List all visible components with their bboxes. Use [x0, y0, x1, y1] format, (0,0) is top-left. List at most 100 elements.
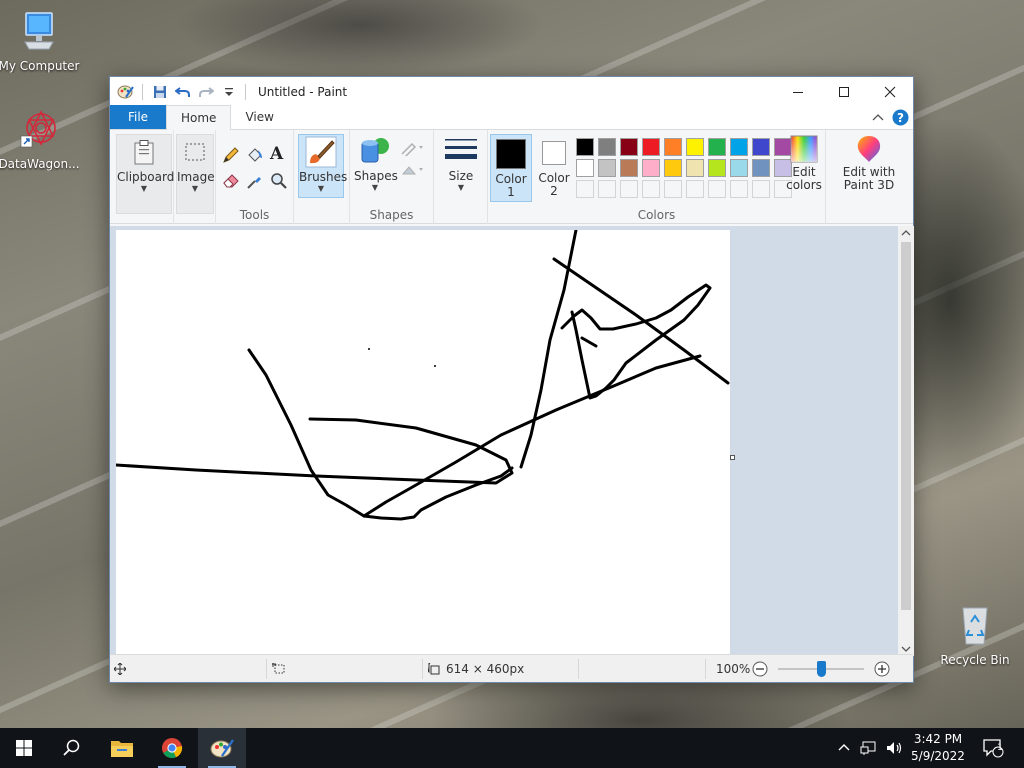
tools-group: A Tools: [216, 130, 294, 224]
zoom-out-button[interactable]: [752, 655, 768, 683]
paint3d-label-1: Edit with: [842, 165, 896, 179]
palette-swatch[interactable]: [686, 138, 704, 156]
palette-swatch[interactable]: [576, 138, 594, 156]
zoom-thumb[interactable]: [817, 661, 826, 677]
palette-swatch-empty[interactable]: [730, 180, 748, 198]
drawing-canvas[interactable]: [114, 228, 730, 656]
color1-swatch: [494, 137, 528, 171]
undo-icon[interactable]: [174, 83, 191, 100]
colors-group: Color 1 Color 2 Edit colors Colors: [488, 130, 826, 224]
ribbon-tabs: File Home View ?: [110, 105, 913, 130]
desktop-icon-my-computer[interactable]: My Computer: [0, 10, 82, 73]
paint-window: Untitled - Paint File Home View ? Clipbo…: [109, 76, 914, 683]
palette-swatch[interactable]: [730, 159, 748, 177]
palette-swatch-empty[interactable]: [752, 180, 770, 198]
save-icon[interactable]: [151, 83, 168, 100]
palette-swatch[interactable]: [752, 138, 770, 156]
color2-button[interactable]: Color 2: [534, 134, 574, 202]
volume-icon[interactable]: [886, 741, 904, 755]
tab-home[interactable]: Home: [166, 105, 232, 130]
action-center-button[interactable]: 1: [980, 728, 1006, 768]
color1-button[interactable]: Color 1: [490, 134, 532, 202]
title-bar: Untitled - Paint: [110, 77, 913, 106]
canvas-workspace: [110, 226, 898, 656]
palette-swatch[interactable]: [730, 138, 748, 156]
palette-swatch[interactable]: [620, 159, 638, 177]
palette-swatch[interactable]: [686, 159, 704, 177]
resize-handle-right[interactable]: [730, 455, 735, 460]
palette-swatch-empty[interactable]: [620, 180, 638, 198]
palette-swatch[interactable]: [664, 159, 682, 177]
brush-stroke: [519, 228, 578, 469]
zoom-level: 100%: [716, 662, 751, 676]
collapse-ribbon-icon[interactable]: [872, 113, 884, 123]
tab-view[interactable]: View: [231, 105, 287, 129]
fill-shape-icon[interactable]: [400, 162, 426, 181]
eraser-icon[interactable]: [222, 172, 240, 191]
palette-swatch[interactable]: [642, 138, 660, 156]
taskbar-clock[interactable]: 3:42 PM 5/9/2022: [905, 731, 971, 765]
file-explorer-button[interactable]: [98, 728, 146, 768]
minimize-button[interactable]: [775, 77, 821, 106]
palette-swatch[interactable]: [598, 138, 616, 156]
notification-count: 1: [997, 743, 1003, 753]
network-icon[interactable]: [860, 741, 876, 755]
palette-swatch-empty[interactable]: [686, 180, 704, 198]
palette-swatch[interactable]: [642, 159, 660, 177]
color-picker-icon[interactable]: [246, 172, 264, 193]
palette-swatch[interactable]: [598, 159, 616, 177]
magnifier-icon[interactable]: [270, 172, 288, 193]
tab-file[interactable]: File: [110, 105, 166, 129]
redo-icon[interactable]: [197, 83, 214, 100]
palette-swatch-empty[interactable]: [664, 180, 682, 198]
start-button[interactable]: [0, 728, 48, 768]
canvas-size-text: 614 × 460px: [446, 662, 525, 676]
palette-swatch[interactable]: [752, 159, 770, 177]
zoom-slider[interactable]: [778, 655, 864, 683]
palette-swatch[interactable]: [708, 138, 726, 156]
palette-swatch-empty[interactable]: [642, 180, 660, 198]
color2-swatch: [537, 136, 571, 170]
size-button[interactable]: Size ▼: [438, 134, 484, 198]
clipboard-button[interactable]: Clipboard ▼: [116, 134, 174, 214]
size-group: Size ▼: [434, 130, 488, 224]
desktop-icon-recycle-bin[interactable]: Recycle Bin: [932, 602, 1018, 667]
dropdown-arrow-icon: ▼: [457, 183, 465, 192]
shapes-button[interactable]: Shapes ▼: [354, 134, 398, 198]
paint-taskbar-button[interactable]: [198, 728, 246, 768]
chevron-up-icon[interactable]: [838, 743, 850, 753]
palette-swatch[interactable]: [576, 159, 594, 177]
edit-with-paint3d-button[interactable]: Edit with Paint 3D: [836, 134, 902, 198]
image-button[interactable]: Image ▼: [176, 134, 215, 214]
system-tray: [838, 728, 904, 768]
close-button[interactable]: [867, 77, 913, 106]
fill-icon[interactable]: [246, 146, 264, 167]
tools-label: Tools: [239, 208, 270, 222]
maximize-icon: [839, 86, 849, 97]
vertical-scrollbar[interactable]: [898, 226, 914, 656]
palette-swatch-empty[interactable]: [708, 180, 726, 198]
pencil-icon[interactable]: [222, 146, 240, 167]
zoom-in-button[interactable]: [874, 655, 890, 683]
palette-swatch-empty[interactable]: [598, 180, 616, 198]
edit-colors-button[interactable]: Edit colors: [784, 134, 824, 198]
image-group: Image ▼: [174, 130, 216, 224]
text-icon[interactable]: A: [270, 144, 283, 164]
chrome-button[interactable]: [148, 728, 196, 768]
palette-swatch[interactable]: [708, 159, 726, 177]
brushes-button[interactable]: Brushes ▼: [298, 134, 347, 198]
help-icon[interactable]: ?: [892, 109, 909, 126]
palette-swatch[interactable]: [664, 138, 682, 156]
paint-app-icon[interactable]: [117, 83, 134, 100]
outline-icon[interactable]: [400, 140, 426, 159]
scroll-up-icon[interactable]: [901, 229, 911, 237]
palette-swatch[interactable]: [620, 138, 638, 156]
palette-swatch-empty[interactable]: [576, 180, 594, 198]
search-button[interactable]: [48, 728, 96, 768]
desktop-icon-datawagon[interactable]: DataWagon...: [0, 106, 82, 171]
maximize-button[interactable]: [821, 77, 867, 106]
color2-number: 2: [550, 184, 558, 198]
customize-qat-icon[interactable]: [220, 83, 237, 100]
scroll-down-icon[interactable]: [901, 645, 911, 653]
scrollbar-thumb[interactable]: [901, 242, 911, 610]
